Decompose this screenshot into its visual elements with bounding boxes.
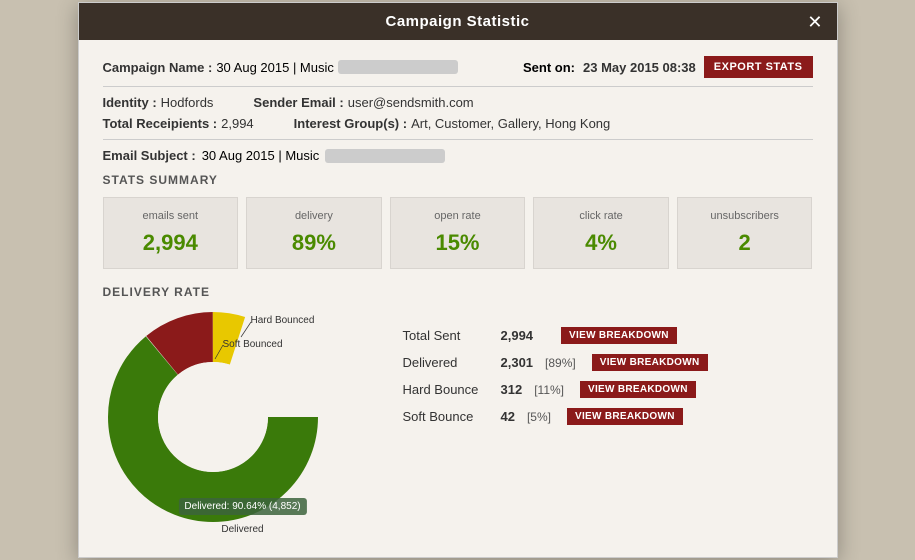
delivery-row-value: 2,301 [501,355,534,370]
delivery-section: Hard Bounced Soft Bounced Delivered: 90.… [103,307,813,537]
stat-card-value: 2 [688,230,802,256]
delivery-row: Hard Bounce 312 [11%] VIEW BREAKDOWN [403,381,813,398]
stat-card-label: delivery [257,210,371,222]
campaign-name-label: Campaign Name : [103,60,213,75]
stat-card: emails sent 2,994 [103,197,239,269]
stat-card: open rate 15% [390,197,526,269]
sender-email-value: user@sendsmith.com [348,95,474,110]
identity-value: Hodfords [161,95,214,110]
delivered-label: Delivered [221,524,263,535]
interest-groups-item: Interest Group(s) : Art, Customer, Galle… [294,116,611,131]
identity-label: Identity : [103,95,157,110]
campaign-statistic-modal: Campaign Statistic ✕ Campaign Name : 30 … [78,2,838,558]
delivery-row-label: Delivered [403,355,493,370]
delivery-row-label: Soft Bounce [403,409,493,424]
email-subject-value: 30 Aug 2015 | Music [202,148,320,163]
chart-container: Hard Bounced Soft Bounced Delivered: 90.… [103,307,383,537]
stat-card-value: 2,994 [114,230,228,256]
campaign-name-value: 30 Aug 2015 | Music [216,60,334,75]
donut-chart [103,307,323,527]
stats-cards: emails sent 2,994 delivery 89% open rate… [103,197,813,269]
delivery-rate-title: DELIVERY RATE [103,285,813,299]
sender-email-item: Sender Email : user@sendsmith.com [253,95,473,110]
stat-card-label: unsubscribers [688,210,802,222]
modal-title: Campaign Statistic [385,13,529,30]
identity-row: Identity : Hodfords Sender Email : user@… [103,95,813,110]
stat-card: unsubscribers 2 [677,197,813,269]
total-recipients-label: Total Receipients : [103,116,218,131]
hard-bounced-legend: Hard Bounced [251,315,315,326]
stat-card: delivery 89% [246,197,382,269]
delivered-tooltip: Delivered: 90.64% (4,852) [178,498,306,515]
view-breakdown-button[interactable]: VIEW BREAKDOWN [567,408,683,425]
campaign-name-blurred [338,60,458,74]
delivery-row-label: Total Sent [403,328,493,343]
modal-body: Campaign Name : 30 Aug 2015 | Music Sent… [79,40,837,557]
total-recipients-value: 2,994 [221,116,254,131]
stat-card-label: emails sent [114,210,228,222]
view-breakdown-button[interactable]: VIEW BREAKDOWN [561,327,677,344]
modal-header: Campaign Statistic ✕ [79,3,837,40]
view-breakdown-button[interactable]: VIEW BREAKDOWN [592,354,708,371]
stats-summary-title: STATS SUMMARY [103,173,813,187]
campaign-name-row: Campaign Name : 30 Aug 2015 | Music Sent… [103,56,813,78]
interest-groups-value: Art, Customer, Gallery, Hong Kong [411,116,610,131]
email-subject-row: Email Subject : 30 Aug 2015 | Music [103,148,813,163]
delivery-row-value: 42 [501,409,515,424]
delivery-rate-section: DELIVERY RATE H [103,285,813,537]
export-stats-button[interactable]: EXPORT STATS [704,56,813,78]
total-recipients-item: Total Receipients : 2,994 [103,116,254,131]
stat-card-label: click rate [544,210,658,222]
delivery-row-value: 312 [501,382,523,397]
delivery-stats-table: Total Sent 2,994 VIEW BREAKDOWN Delivere… [403,307,813,435]
delivery-row-pct: [89%] [545,356,576,370]
close-button[interactable]: ✕ [807,13,822,31]
view-breakdown-button[interactable]: VIEW BREAKDOWN [580,381,696,398]
sent-on-value: 23 May 2015 08:38 [583,60,696,75]
stat-card-value: 89% [257,230,371,256]
delivery-row-pct: [5%] [527,410,551,424]
delivery-row: Soft Bounce 42 [5%] VIEW BREAKDOWN [403,408,813,425]
delivery-row-pct: [11%] [534,383,564,397]
delivery-row-label: Hard Bounce [403,382,493,397]
email-subject-label: Email Subject : [103,148,196,163]
sent-on-label: Sent on: [523,60,575,75]
sender-email-label: Sender Email : [253,95,343,110]
divider-2 [103,139,813,140]
delivery-row: Delivered 2,301 [89%] VIEW BREAKDOWN [403,354,813,371]
delivery-row-value: 2,994 [501,328,534,343]
identity-item: Identity : Hodfords [103,95,214,110]
recipients-row: Total Receipients : 2,994 Interest Group… [103,116,813,131]
email-subject-blurred [325,149,445,163]
interest-groups-label: Interest Group(s) : [294,116,407,131]
stat-card-value: 4% [544,230,658,256]
soft-bounced-legend: Soft Bounced [223,339,283,350]
delivery-row: Total Sent 2,994 VIEW BREAKDOWN [403,327,813,344]
stat-card-label: open rate [401,210,515,222]
stat-card: click rate 4% [533,197,669,269]
stat-card-value: 15% [401,230,515,256]
stats-summary-section: STATS SUMMARY emails sent 2,994 delivery… [103,173,813,269]
divider-1 [103,86,813,87]
